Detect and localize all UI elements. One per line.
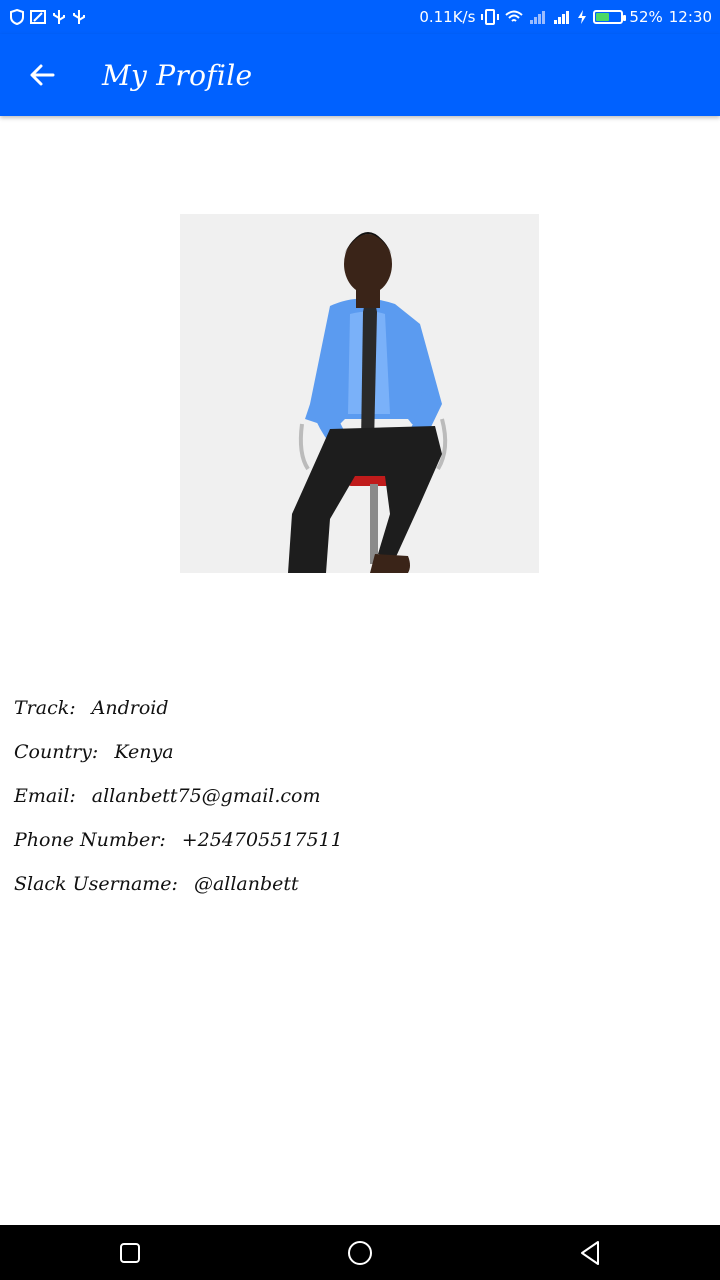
- phone-value: +254705517511: [181, 829, 343, 851]
- signal-icon: [554, 11, 570, 24]
- email-label: Email:: [14, 785, 76, 807]
- app-bar: My Profile: [0, 34, 720, 116]
- battery-icon: [593, 10, 627, 24]
- slack-label: Slack Username:: [14, 873, 178, 895]
- nav-back-button[interactable]: [550, 1225, 630, 1280]
- net-speed: 0.11K/s: [419, 8, 476, 26]
- track-label: Track:: [14, 697, 76, 719]
- detail-row-slack: Slack Username: @allanbett: [14, 862, 343, 906]
- usb-icon: [73, 10, 85, 24]
- status-bar: 0.11K/s 52% 12:30: [0, 0, 720, 34]
- recents-button[interactable]: [90, 1225, 170, 1280]
- status-right-icons: 0.11K/s 52% 12:30: [419, 8, 712, 26]
- profile-photo: [180, 214, 539, 573]
- recents-square-icon: [120, 1242, 140, 1263]
- shield-icon: [10, 9, 24, 25]
- home-circle-icon: [348, 1240, 372, 1265]
- back-triangle-icon: [581, 1240, 599, 1265]
- status-left-icons: [10, 9, 86, 25]
- detail-row-email: Email: allanbett75@gmail.com: [14, 774, 343, 818]
- battery-percent: 52%: [629, 8, 663, 26]
- charging-icon: [578, 10, 587, 24]
- phone-label: Phone Number:: [14, 829, 166, 851]
- slack-value: @allanbett: [193, 873, 299, 895]
- profile-details: Track: Android Country: Kenya Email: all…: [14, 686, 343, 906]
- signal-icon: [530, 11, 546, 24]
- country-label: Country:: [14, 741, 99, 763]
- detail-row-phone: Phone Number: +254705517511: [14, 818, 343, 862]
- arrow-back-icon: [30, 64, 55, 86]
- navigation-bar: [0, 1225, 720, 1280]
- vibrate-icon: [481, 9, 500, 25]
- status-time: 12:30: [668, 8, 712, 26]
- back-button[interactable]: [12, 45, 72, 105]
- detail-row-track: Track: Android: [14, 686, 343, 730]
- wifi-icon: [505, 10, 524, 22]
- page-title: My Profile: [102, 58, 253, 92]
- country-value: Kenya: [114, 741, 174, 763]
- detail-row-country: Country: Kenya: [14, 730, 343, 774]
- profile-person-illustration: [180, 214, 539, 573]
- track-value: Android: [91, 697, 169, 719]
- battery-level-fill: [596, 13, 609, 21]
- home-button[interactable]: [320, 1225, 400, 1280]
- cast-icon: [30, 10, 46, 24]
- usb-icon: [53, 10, 65, 24]
- email-value: allanbett75@gmail.com: [91, 785, 321, 807]
